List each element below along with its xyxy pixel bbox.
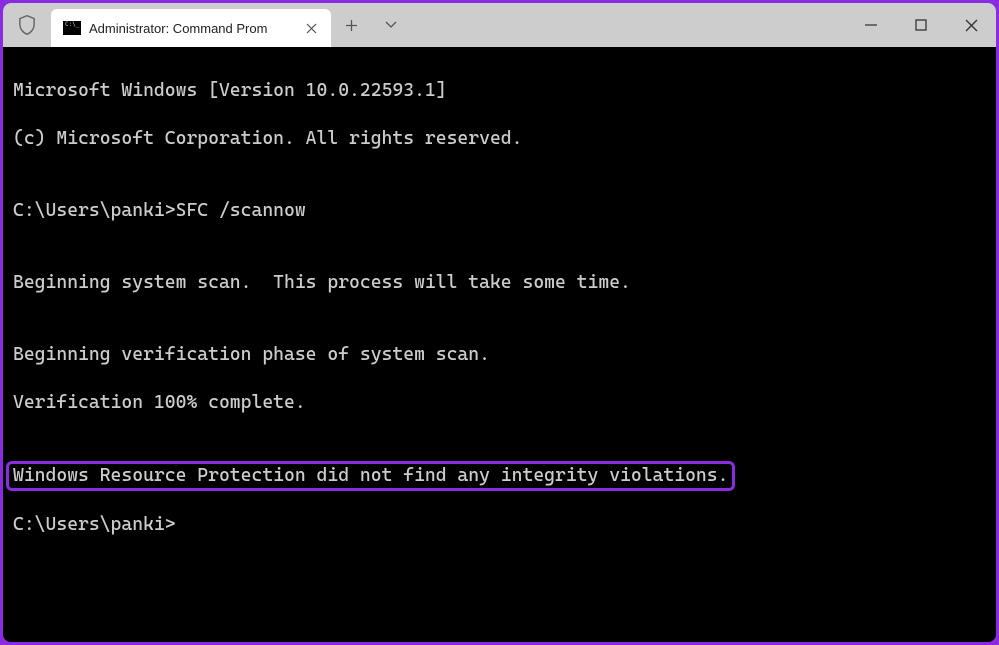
- window-controls: [846, 3, 996, 47]
- close-icon: [306, 23, 317, 34]
- prompt-line: C:\Users\panki>SFC /scannow: [13, 199, 986, 223]
- prompt-line: C:\Users\panki>: [13, 513, 986, 537]
- output-line: Microsoft Windows [Version 10.0.22593.1]: [13, 79, 986, 103]
- chevron-down-icon: [385, 21, 397, 29]
- command: SFC /scannow: [176, 200, 306, 221]
- new-tab-button[interactable]: [331, 3, 371, 47]
- highlighted-output: Windows Resource Protection did not find…: [6, 461, 735, 491]
- tab-dropdown-button[interactable]: [371, 3, 411, 47]
- maximize-icon: [915, 19, 927, 31]
- tab-command-prompt[interactable]: Administrator: Command Prom: [51, 9, 331, 47]
- output-line: Beginning system scan. This process will…: [13, 271, 986, 295]
- minimize-icon: [865, 24, 877, 26]
- tab-close-button[interactable]: [301, 18, 321, 38]
- close-icon: [965, 19, 978, 32]
- terminal-window: Administrator: Command Prom: [3, 3, 996, 642]
- cmd-icon: [63, 21, 81, 35]
- plus-icon: [345, 19, 358, 32]
- output-line: Verification 100% complete.: [13, 391, 986, 415]
- tab-actions: [331, 3, 411, 47]
- close-window-button[interactable]: [946, 3, 996, 47]
- prompt: C:\Users\panki>: [13, 200, 176, 221]
- output-line: (c) Microsoft Corporation. All rights re…: [13, 127, 986, 151]
- terminal-content[interactable]: Microsoft Windows [Version 10.0.22593.1]…: [3, 47, 996, 642]
- minimize-button[interactable]: [846, 3, 896, 47]
- prompt: C:\Users\panki>: [13, 514, 176, 535]
- maximize-button[interactable]: [896, 3, 946, 47]
- tab-title: Administrator: Command Prom: [89, 21, 293, 36]
- output-line: Beginning verification phase of system s…: [13, 343, 986, 367]
- titlebar: Administrator: Command Prom: [3, 3, 996, 47]
- app-icon-area: [3, 3, 51, 47]
- shield-icon: [18, 15, 36, 35]
